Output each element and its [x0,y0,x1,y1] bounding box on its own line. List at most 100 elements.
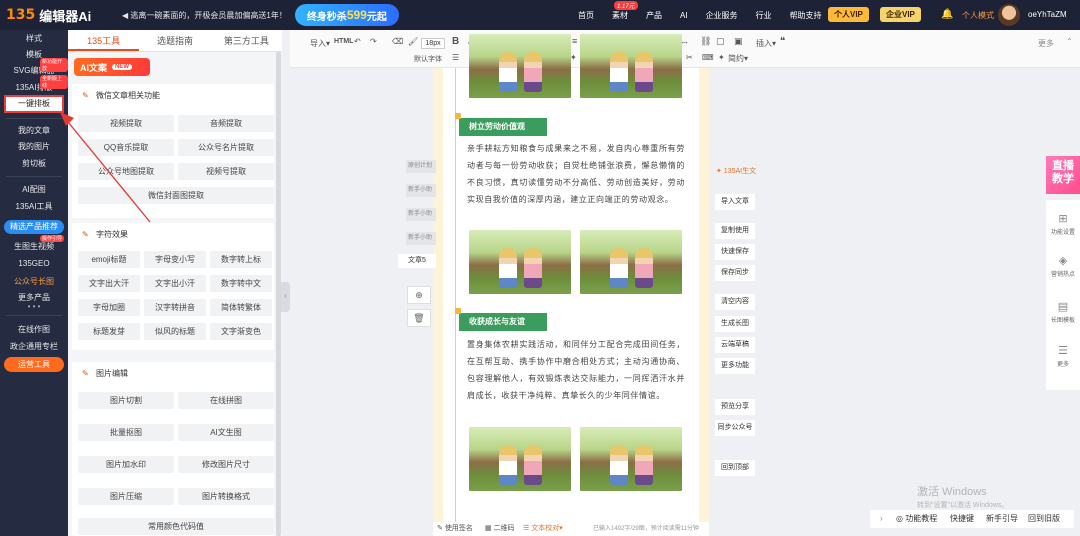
emoji-title-button[interactable]: emoji标题 [78,251,140,268]
border-icon[interactable]: ▢ [716,36,725,47]
section-title[interactable]: 收获成长与友谊 [455,308,547,331]
keyboard-icon[interactable]: ⌨ [702,53,714,62]
shortcuts-button[interactable]: 快捷键 [950,510,974,528]
ai-icon[interactable]: ✦ [570,53,577,62]
font-family-select[interactable]: 默认字体 [414,54,442,64]
insert-menu[interactable]: 插入▾ [756,38,776,49]
marketing-hotspot-button[interactable]: ◈ 营销热点 [1046,254,1080,278]
username[interactable]: oeYhTaZM [1028,10,1067,19]
chevron-right-icon[interactable]: › [880,510,883,528]
generate-long-image-button[interactable]: 生成长图 [715,316,755,332]
save-sync-button[interactable]: 保存同步 [715,265,755,281]
circle-letter-button[interactable]: 字母加圈 [78,299,140,316]
more-toolbar-button[interactable]: 更多 [1038,38,1054,49]
nav-help[interactable]: 帮助支持 [790,10,822,21]
sidebar-item-my-images[interactable]: 我的图片 [0,141,68,152]
signature-button[interactable]: ✎ 使用签名 [437,522,473,536]
ghost-item[interactable]: 新手小助 [406,184,436,197]
traditional-button[interactable]: 简体转繁体 [210,299,272,316]
more-button[interactable]: ☰ 更多 [1046,344,1080,368]
bullet-style-icon[interactable]: ✦ [718,53,725,62]
cloud-draft-button[interactable]: 云端草稿 [715,337,755,353]
map-extract-button[interactable]: 公众号地图提取 [78,163,174,180]
quote-icon[interactable]: ❝ [780,36,785,47]
image-slice-button[interactable]: 图片切割 [78,392,174,409]
article-photo[interactable] [580,230,682,294]
article-photo[interactable] [469,34,571,98]
sync-official-account-button[interactable]: 同步公众号 [715,420,755,436]
back-to-top-button[interactable]: 回到顶部 [715,460,755,476]
lowercase-button[interactable]: 字母变小写 [144,251,206,268]
logo[interactable]: 135 编辑器Ai [6,6,116,25]
collapse-toolbar-icon[interactable]: ⌃ [1066,37,1073,46]
ai-copy-button[interactable]: AI文案 NEW [74,58,150,76]
image-icon[interactable]: ▣ [734,36,743,47]
nav-ai[interactable]: AI [680,11,688,20]
sidebar-item-my-articles[interactable]: 我的文章 [0,125,68,136]
collage-button[interactable]: 在线拼图 [178,392,274,409]
import-menu[interactable]: 导入▾ [310,38,330,49]
tab-topic-guide[interactable]: 选题指南 [139,30,210,51]
redo-icon[interactable]: ↷ [370,37,377,46]
section-title[interactable]: 树立劳动价值观 [455,113,547,136]
personal-vip-button[interactable]: 个人VIP [828,7,869,22]
channel-extract-button[interactable]: 视频号提取 [178,163,274,180]
promo-banner[interactable]: 终身秒杀 599 元起 [294,4,399,26]
long-image-template-button[interactable]: ▤ 长图模板 [1046,300,1080,324]
audio-extract-button[interactable]: 音频提取 [178,115,274,132]
video-extract-button[interactable]: 视频提取 [78,115,174,132]
tab-135-tools[interactable]: 135工具 [68,30,140,51]
list-icon[interactable]: ☰ [452,53,459,62]
old-version-button[interactable]: 回到旧版 [1028,510,1060,528]
big-sweat-button[interactable]: 文字出大汗 [78,275,140,292]
article-photo[interactable] [469,427,571,491]
bullet-style-select[interactable]: 简约▾ [728,53,748,64]
clear-content-button[interactable]: 清空内容 [715,294,755,310]
nav-products[interactable]: 产品 [646,10,662,21]
nav-industry[interactable]: 行业 [756,10,772,21]
ghost-item[interactable]: 原创计划 [406,160,436,173]
article-body[interactable]: 树立劳动价值观 亲手耕耘方知粮食与成果来之不易，发自内心尊重所有劳动者与每一份劳… [443,34,699,522]
account-card-extract-button[interactable]: 公众号名片提取 [178,139,274,156]
section-paragraph[interactable]: 亲手耕耘方知粮食与成果来之不易，发自内心尊重所有劳动者与每一份劳动收获；自觉杜绝… [467,140,685,208]
sidebar-item-geo[interactable]: 135GEO [0,259,68,268]
avatar[interactable] [998,4,1020,26]
sidebar-item-image-video[interactable]: 生图生视频 [0,241,68,252]
resize-button[interactable]: 修改图片尺寸 [178,456,274,473]
announcement-text[interactable]: ◀ 逃离一碗素面的，开极会员晨加偏高送1年！ [122,10,287,21]
num-to-chinese-button[interactable]: 数字转中文 [210,275,272,292]
undo-icon[interactable]: ↶ [354,37,361,46]
article-selector[interactable]: 文章5 [398,254,436,268]
batch-cutout-button[interactable]: 批量抠图 [78,424,174,441]
wind-title-button[interactable]: 似风的标题 [144,323,206,340]
pinyin-button[interactable]: 汉字转拼音 [144,299,206,316]
superscript-button[interactable]: 数字转上标 [210,251,272,268]
sidebar-item-one-click-layout[interactable]: 一键排板 [4,95,64,113]
quick-save-button[interactable]: 快速保存 [715,244,755,260]
link-icon[interactable]: ⛓ [700,36,711,47]
qq-music-extract-button[interactable]: QQ音乐提取 [78,139,174,156]
ghost-item[interactable]: 新手小助 [406,232,436,245]
compress-button[interactable]: 图片压缩 [78,488,174,505]
cut-icon[interactable]: ✂ [686,53,693,62]
sidebar-item-ops-tools[interactable]: 运营工具 [4,357,64,372]
watermark-button[interactable]: 图片加水印 [78,456,174,473]
ai-generate-article-button[interactable]: ✦ 135AI生文 [716,166,756,176]
proofread-button[interactable]: ☰ 文本校对▾ [523,522,563,536]
add-article-icon[interactable]: ⊕ [407,286,431,304]
more-dots-icon[interactable]: • • • [0,302,68,311]
tutorial-button[interactable]: ◎ 功能教程 [896,510,937,528]
article-photo[interactable] [580,34,682,98]
html-button[interactable]: HTML [334,38,353,45]
tab-third-party[interactable]: 第三方工具 [211,30,282,51]
sidebar-item-government[interactable]: 政企通用专栏 [0,341,68,352]
preview-share-button[interactable]: 预览分享 [715,399,755,415]
article-photo[interactable] [469,230,571,294]
more-functions-button[interactable]: 更多功能 [715,358,755,374]
ghost-item[interactable]: 新手小助 [406,208,436,221]
import-article-button[interactable]: 导入文章 [715,194,755,210]
copy-use-button[interactable]: 复制使用 [715,223,755,239]
sidebar-item-ai-tools[interactable]: 135AI工具 [0,201,68,212]
live-teaching-banner[interactable]: 直播 教学 [1046,156,1080,194]
small-sweat-button[interactable]: 文字出小汗 [144,275,206,292]
